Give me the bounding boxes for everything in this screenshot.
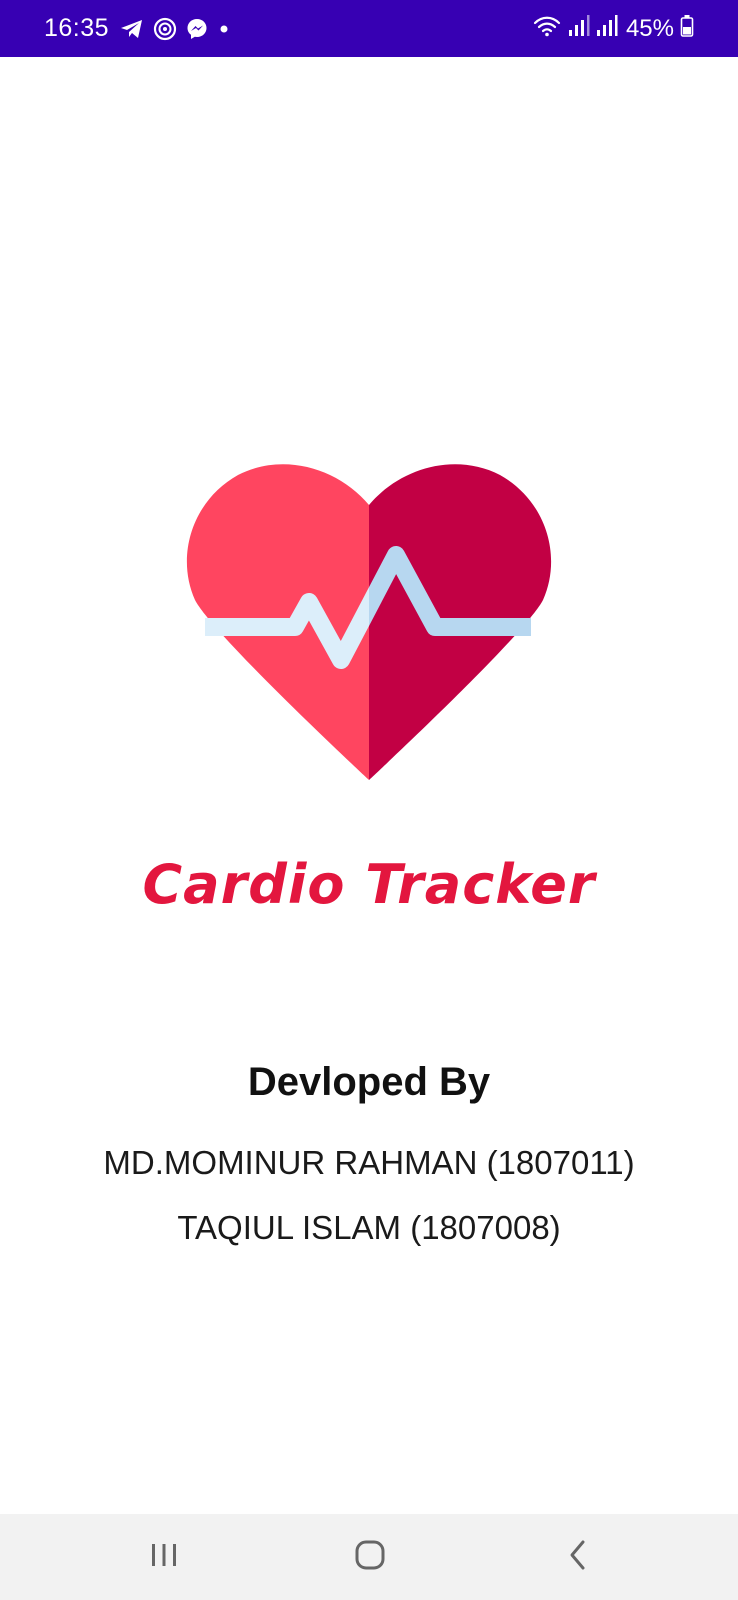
back-icon <box>566 1539 590 1576</box>
back-button[interactable] <box>548 1528 608 1586</box>
recents-icon <box>149 1541 179 1574</box>
system-status-icons: 45% <box>532 14 694 43</box>
home-icon <box>354 1539 386 1576</box>
app-title: Cardio Tracker <box>142 853 596 916</box>
navigation-bar <box>0 1514 738 1600</box>
battery-percentage: 45% <box>625 14 674 42</box>
messenger-icon <box>185 17 209 41</box>
home-button[interactable] <box>340 1528 400 1586</box>
notification-icons <box>119 17 231 41</box>
developer-name: TAQIUL ISLAM (1807008) <box>177 1209 561 1246</box>
developer-name: MD.MOMINUR RAHMAN (1807011) <box>103 1144 635 1181</box>
podcast-icon <box>153 17 177 41</box>
notification-dot-icon <box>217 22 231 36</box>
developed-by-heading: Devloped By <box>247 1060 491 1104</box>
wifi-icon <box>532 14 562 43</box>
battery-icon <box>680 14 694 43</box>
signal-icon <box>568 14 590 43</box>
heart-pulse-icon <box>183 460 555 795</box>
signal-icon <box>596 14 618 43</box>
status-time: 16:35 <box>44 14 110 42</box>
status-bar: 16:35 45% <box>0 0 738 57</box>
telegram-icon <box>119 17 145 41</box>
splash-screen: 16:35 45% Cardio Tracker Devloped By MD.… <box>0 0 738 1600</box>
recents-button[interactable] <box>134 1528 194 1586</box>
